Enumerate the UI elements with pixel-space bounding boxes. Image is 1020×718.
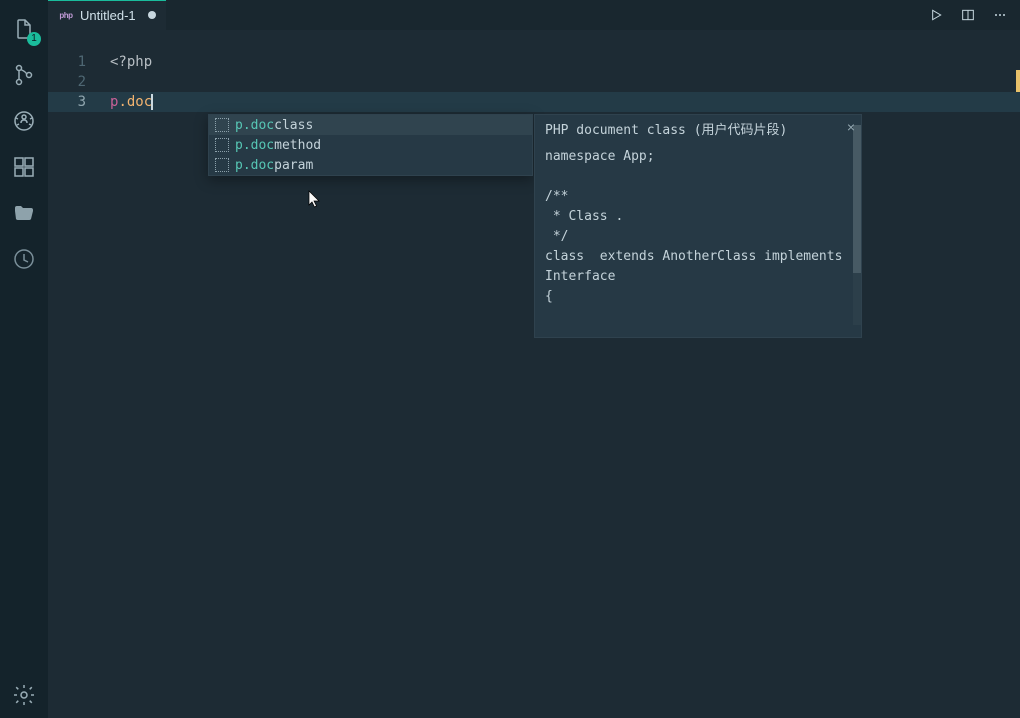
code-line: 2 bbox=[48, 72, 1020, 92]
text-cursor bbox=[151, 94, 153, 110]
overview-mark bbox=[1016, 70, 1020, 92]
line-number: 3 bbox=[48, 92, 110, 112]
snippet-kind-icon bbox=[215, 158, 229, 172]
run-icon[interactable] bbox=[926, 5, 946, 25]
php-file-icon: php bbox=[58, 9, 74, 21]
circle-arrow-icon[interactable] bbox=[0, 236, 48, 282]
line-number: 2 bbox=[48, 72, 110, 92]
tab-bar: php Untitled-1 bbox=[48, 0, 1020, 30]
tab-label: Untitled-1 bbox=[80, 8, 136, 23]
mouse-cursor-icon bbox=[308, 190, 322, 210]
settings-gear-icon[interactable] bbox=[0, 672, 48, 718]
line-number: 1 bbox=[48, 52, 110, 72]
snippet-kind-icon bbox=[215, 118, 229, 132]
debug-icon[interactable] bbox=[0, 98, 48, 144]
tab-untitled[interactable]: php Untitled-1 bbox=[48, 0, 166, 30]
explorer-icon[interactable]: 1 bbox=[0, 6, 48, 52]
code-token: <?php bbox=[110, 52, 152, 72]
suggest-item[interactable]: p.docmethod bbox=[209, 135, 532, 155]
dirty-indicator-icon bbox=[148, 11, 156, 19]
suggest-docs: × PHP document class (用户代码片段) namespace … bbox=[534, 114, 862, 338]
suggest-item[interactable]: p.docparam bbox=[209, 155, 532, 175]
code-editor[interactable]: 1 <?php 2 3 p.doc p.docclass bbox=[48, 30, 1020, 718]
extensions-icon[interactable] bbox=[0, 144, 48, 190]
suggest-widget[interactable]: p.docclass p.docmethod p.docparam bbox=[208, 114, 533, 176]
folder-open-icon[interactable] bbox=[0, 190, 48, 236]
doc-scrollbar[interactable] bbox=[853, 125, 861, 325]
editor-lines: 1 <?php 2 3 p.doc bbox=[48, 52, 1020, 112]
editor-actions bbox=[926, 0, 1020, 30]
more-actions-icon[interactable] bbox=[990, 5, 1010, 25]
code-content: p.doc bbox=[110, 92, 153, 112]
doc-body: namespace App; /** * Class . */ class ex… bbox=[545, 147, 851, 307]
split-editor-icon[interactable] bbox=[958, 5, 978, 25]
suggest-item[interactable]: p.docclass bbox=[209, 115, 532, 135]
editor-group: php Untitled-1 1 <?php bbox=[48, 0, 1020, 718]
overview-ruler bbox=[1012, 30, 1020, 718]
source-control-icon[interactable] bbox=[0, 52, 48, 98]
explorer-badge: 1 bbox=[27, 32, 41, 46]
activity-bar: 1 bbox=[0, 0, 48, 718]
snippet-kind-icon bbox=[215, 138, 229, 152]
app: 1 php Untitled-1 bbox=[0, 0, 1020, 718]
doc-title: PHP document class (用户代码片段) bbox=[545, 121, 851, 141]
code-line-current: 3 p.doc bbox=[48, 92, 1020, 112]
code-line: 1 <?php bbox=[48, 52, 1020, 72]
